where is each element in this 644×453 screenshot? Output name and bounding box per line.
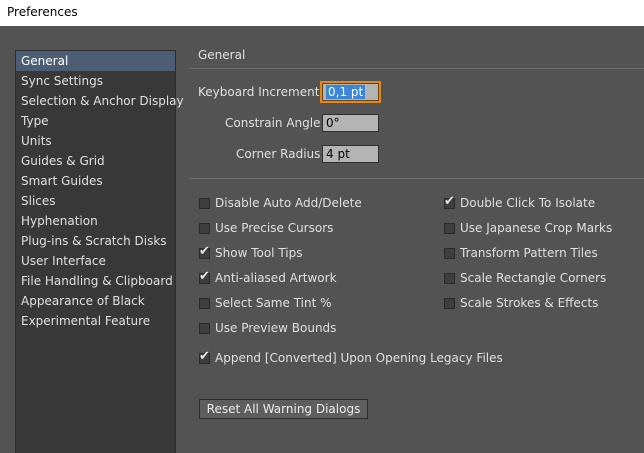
checkmark-icon: ✔ — [199, 348, 210, 364]
use-preview-bounds-checkbox[interactable]: Use Preview Bounds — [199, 320, 336, 336]
section-divider — [189, 68, 644, 69]
window-title: Preferences — [0, 0, 644, 26]
constrain-angle-field[interactable]: 0° — [322, 114, 379, 132]
use-japanese-crop-marks-checkbox[interactable]: Use Japanese Crop Marks — [444, 220, 612, 236]
transform-pattern-tiles-checkbox[interactable]: Transform Pattern Tiles — [444, 245, 598, 261]
checkbox-label: Use Preview Bounds — [215, 321, 337, 335]
sidebar-item-guides-grid[interactable]: Guides & Grid — [16, 151, 175, 171]
checkbox-box — [199, 197, 210, 209]
sidebar-item-plugins-scratch-disks[interactable]: Plug-ins & Scratch Disks — [16, 231, 175, 251]
disable-auto-add-delete-checkbox[interactable]: Disable Auto Add/Delete — [199, 195, 362, 211]
sidebar-item-type[interactable]: Type — [16, 111, 175, 131]
double-click-to-isolate-checkbox[interactable]: ✔ Double Click To Isolate — [444, 194, 596, 211]
options-divider — [189, 178, 644, 179]
checkbox-box — [444, 222, 455, 234]
checkmark-icon: ✔ — [199, 268, 210, 284]
checkbox-box: ✔ — [199, 349, 210, 364]
checkbox-box: ✔ — [444, 194, 455, 209]
checkbox-box: ✔ — [199, 269, 210, 284]
checkbox-label: Transform Pattern Tiles — [460, 246, 598, 260]
checkbox-box — [444, 272, 455, 284]
checkmark-icon: ✔ — [444, 193, 455, 209]
sidebar-item-general[interactable]: General — [16, 51, 175, 71]
checkbox-label: Disable Auto Add/Delete — [215, 196, 362, 210]
corner-radius-label: Corner Radius: — [236, 147, 325, 161]
checkbox-box — [199, 222, 210, 234]
checkbox-box — [199, 322, 210, 334]
checkbox-label: Scale Rectangle Corners — [460, 271, 607, 285]
keyboard-increment-label: Keyboard Increment: — [198, 85, 324, 99]
checkbox-box: ✔ — [199, 244, 210, 259]
checkbox-label: Use Japanese Crop Marks — [460, 221, 613, 235]
checkmark-icon: ✔ — [199, 243, 210, 259]
constrain-angle-label: Constrain Angle: — [225, 116, 325, 130]
category-list: General Sync Settings Selection & Anchor… — [15, 50, 184, 453]
sidebar-item-experimental-feature[interactable]: Experimental Feature — [16, 311, 175, 331]
checkbox-box — [444, 247, 455, 259]
anti-aliased-artwork-checkbox[interactable]: ✔ Anti-aliased Artwork — [199, 269, 337, 286]
checkbox-box — [444, 297, 455, 309]
sidebar-item-selection-anchor-display[interactable]: Selection & Anchor Display — [16, 91, 184, 111]
preferences-dialog: General Sync Settings Selection & Anchor… — [0, 26, 644, 453]
sidebar-item-hyphenation[interactable]: Hyphenation — [16, 211, 175, 231]
reset-all-warning-dialogs-button[interactable]: Reset All Warning Dialogs — [199, 399, 368, 419]
sidebar-item-appearance-of-black[interactable]: Appearance of Black — [16, 291, 175, 311]
sidebar-item-units[interactable]: Units — [16, 131, 175, 151]
keyboard-increment-value: 0,1 pt — [326, 85, 366, 99]
checkbox-label: Double Click To Isolate — [460, 196, 596, 210]
checkbox-label: Show Tool Tips — [215, 246, 303, 260]
sidebar-item-file-handling-clipboard[interactable]: File Handling & Clipboard — [16, 271, 175, 291]
append-converted-checkbox[interactable]: ✔ Append [Converted] Upon Opening Legacy… — [199, 349, 503, 366]
checkbox-label: Anti-aliased Artwork — [215, 271, 337, 285]
sidebar-item-sync-settings[interactable]: Sync Settings — [16, 71, 175, 91]
scale-rectangle-corners-checkbox[interactable]: Scale Rectangle Corners — [444, 270, 606, 286]
checkbox-label: Select Same Tint % — [215, 296, 332, 310]
sidebar-item-smart-guides[interactable]: Smart Guides — [16, 171, 175, 191]
checkbox-label: Append [Converted] Upon Opening Legacy F… — [215, 351, 503, 365]
checkbox-label: Scale Strokes & Effects — [460, 296, 599, 310]
scale-strokes-effects-checkbox[interactable]: Scale Strokes & Effects — [444, 295, 598, 311]
sidebar-item-user-interface[interactable]: User Interface — [16, 251, 175, 271]
keyboard-increment-field[interactable]: 0,1 pt — [320, 81, 381, 103]
sidebar-item-slices[interactable]: Slices — [16, 191, 175, 211]
checkbox-label: Use Precise Cursors — [215, 221, 334, 235]
corner-radius-field[interactable]: 4 pt — [322, 145, 379, 163]
show-tool-tips-checkbox[interactable]: ✔ Show Tool Tips — [199, 244, 303, 261]
section-title: General — [198, 48, 246, 62]
checkbox-box — [199, 297, 210, 309]
select-same-tint-checkbox[interactable]: Select Same Tint % — [199, 295, 332, 311]
use-precise-cursors-checkbox[interactable]: Use Precise Cursors — [199, 220, 333, 236]
